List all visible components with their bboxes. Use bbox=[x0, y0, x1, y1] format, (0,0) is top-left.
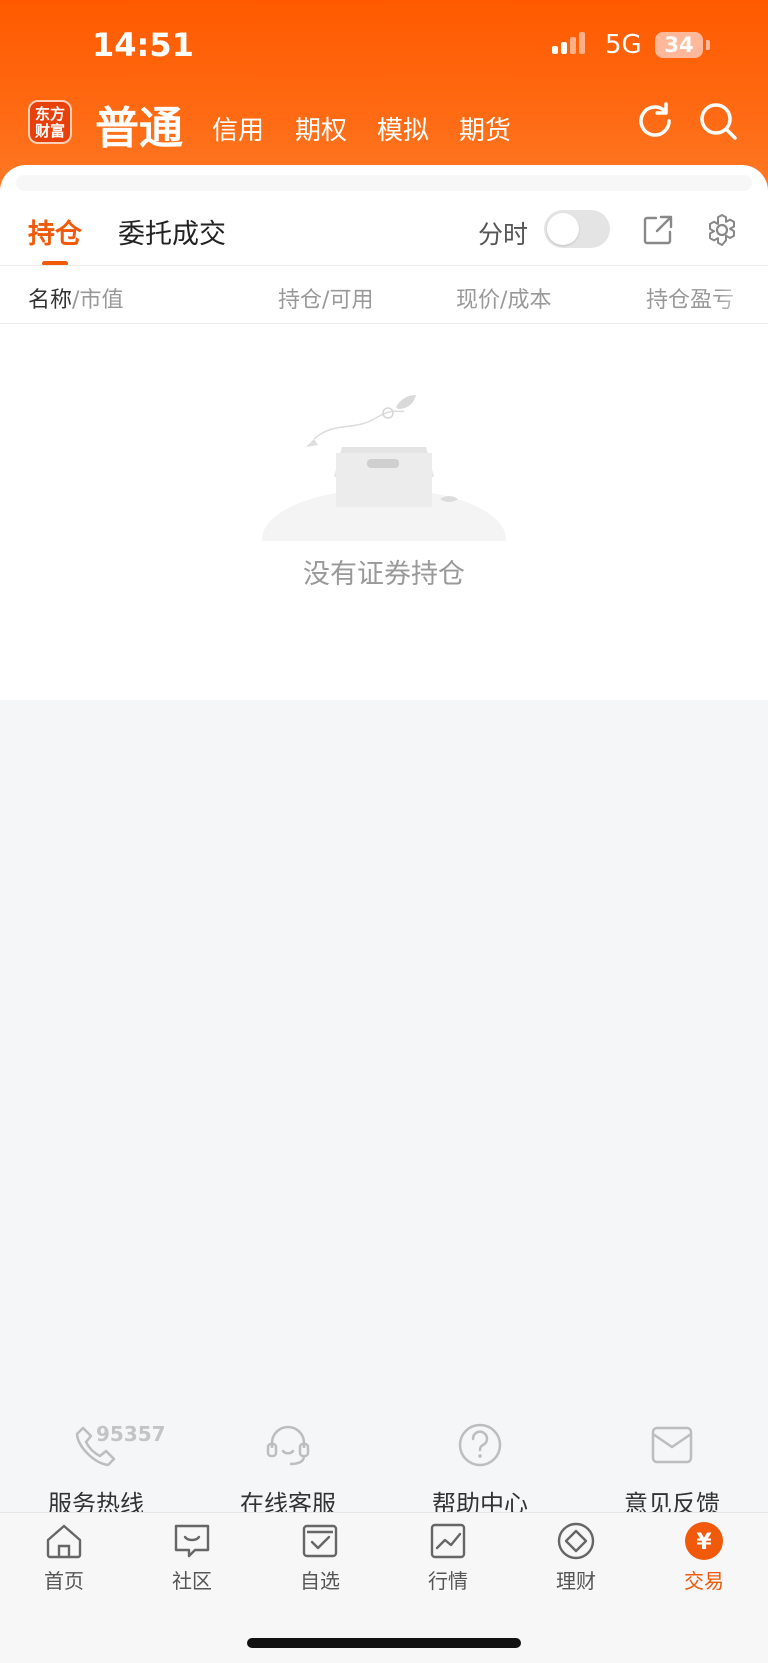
tab-home-label: 首页 bbox=[44, 1569, 84, 1593]
toggle-knob bbox=[547, 213, 579, 245]
service-hotline[interactable]: 服务热线 bbox=[0, 1420, 192, 1519]
col-price: 现价 bbox=[456, 288, 501, 313]
tab-trade[interactable]: ¥ 交易 bbox=[640, 1520, 768, 1594]
column-price-cost: 现价/成本 bbox=[456, 282, 551, 314]
trade-yen-glyph: ¥ bbox=[696, 1530, 712, 1555]
settings-icon[interactable] bbox=[704, 212, 740, 248]
tab-orders[interactable]: 委托成交 bbox=[118, 212, 226, 251]
trade-yen-icon: ¥ bbox=[685, 1522, 723, 1560]
mail-icon bbox=[651, 1426, 693, 1464]
tabs-divider bbox=[0, 265, 768, 266]
account-tab-options[interactable]: 期权 bbox=[295, 110, 347, 147]
network-type: 5G bbox=[605, 30, 642, 60]
battery-indicator: 34 bbox=[655, 32, 703, 58]
column-name-value: 名称/市值 bbox=[28, 282, 123, 314]
tab-trade-label: 交易 bbox=[684, 1569, 724, 1593]
tab-market[interactable]: 行情 bbox=[384, 1520, 512, 1594]
card-top-strip bbox=[16, 175, 752, 191]
tab-home[interactable]: 首页 bbox=[0, 1520, 128, 1594]
home-indicator bbox=[247, 1638, 521, 1648]
account-tab-credit[interactable]: 信用 bbox=[212, 110, 264, 147]
help-icon bbox=[458, 1423, 502, 1467]
refresh-icon[interactable] bbox=[634, 100, 676, 142]
empty-box-illustration bbox=[262, 395, 506, 541]
account-tab-futures[interactable]: 期货 bbox=[459, 110, 511, 147]
share-icon[interactable] bbox=[642, 214, 674, 246]
tab-wealth-label: 理财 bbox=[556, 1569, 596, 1593]
tab-positions[interactable]: 持仓 bbox=[28, 212, 82, 251]
account-tab-simulation[interactable]: 模拟 bbox=[377, 110, 429, 147]
tab-market-label: 行情 bbox=[428, 1569, 468, 1593]
tab-watchlist-label: 自选 bbox=[300, 1569, 340, 1593]
battery-tip bbox=[706, 40, 710, 50]
service-feedback[interactable]: 意见反馈 bbox=[576, 1420, 768, 1519]
tab-community[interactable]: 社区 bbox=[128, 1520, 256, 1594]
service-help-center[interactable]: 帮助中心 bbox=[384, 1420, 576, 1519]
headset-icon bbox=[266, 1425, 310, 1466]
logo-text-2: 财富 bbox=[34, 122, 65, 140]
empty-state-message: 没有证券持仓 bbox=[303, 559, 465, 590]
status-time: 14:51 bbox=[92, 26, 194, 64]
logo-text-1: 东方 bbox=[34, 105, 65, 123]
col-cost: 成本 bbox=[507, 288, 552, 313]
signal-icon bbox=[552, 32, 585, 54]
phone-icon bbox=[75, 1426, 116, 1467]
tab-community-label: 社区 bbox=[172, 1569, 212, 1593]
col-holding: 持仓 bbox=[278, 288, 323, 313]
column-holding-available: 持仓/可用 bbox=[278, 282, 373, 314]
header-divider bbox=[0, 323, 768, 324]
col-name: 名称 bbox=[28, 288, 73, 313]
chat-icon bbox=[174, 1524, 210, 1558]
chart-icon bbox=[430, 1523, 466, 1559]
app-logo[interactable]: 东方 财富 bbox=[28, 100, 72, 144]
intraday-label: 分时 bbox=[478, 220, 529, 249]
home-icon bbox=[46, 1524, 82, 1559]
tab-watchlist[interactable]: 自选 bbox=[256, 1520, 384, 1594]
tab-wealth[interactable]: 理财 bbox=[512, 1520, 640, 1594]
wealth-icon bbox=[557, 1522, 595, 1560]
column-scroll-fade bbox=[718, 275, 768, 311]
col-available: 可用 bbox=[329, 288, 374, 313]
watchlist-icon bbox=[302, 1524, 338, 1558]
intraday-toggle[interactable] bbox=[544, 210, 610, 248]
service-online-cs[interactable]: 在线客服 bbox=[192, 1420, 384, 1519]
col-market-value: 市值 bbox=[79, 288, 124, 313]
account-tab-normal[interactable]: 普通 bbox=[95, 92, 183, 156]
search-icon[interactable] bbox=[697, 100, 739, 142]
